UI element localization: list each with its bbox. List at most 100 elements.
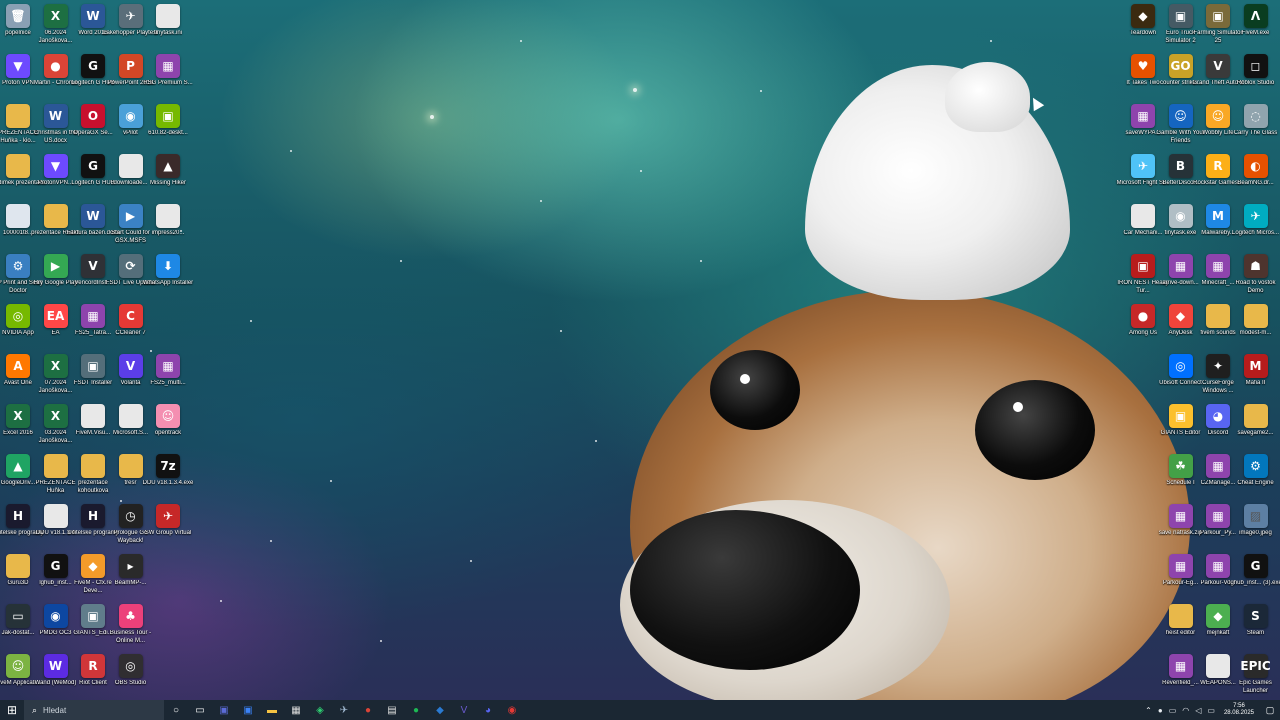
opera-icon: O [81,104,105,128]
fivem-icon: ◆ [81,554,105,578]
star [540,200,542,202]
fs25-icon: ▣ [1206,4,1230,28]
desktop-icon[interactable]: ▸ BeamMP-... [103,554,159,604]
desktop-icon[interactable]: ♣ Business Tour - Online M... [103,604,159,654]
image-icon [6,204,30,228]
microphone-icon[interactable]: ● [1158,706,1163,715]
fivem-icon: Λ [1243,4,1268,28]
discord-icon: ◕ [484,704,492,716]
windows-logo-icon: ⊞ [6,703,18,717]
vpn-icon: ▼ [43,154,68,178]
desktop-icon[interactable]: ⬇ WhatsApp Installer [140,254,196,304]
outlook-button[interactable]: ◆ [428,700,452,720]
game-icon: ◌ [1243,104,1268,128]
avast-icon: A [6,354,30,378]
desktop-icon[interactable]: Glghub_inst... (3).exe [1228,554,1280,604]
rar-icon: ▦ [1168,504,1193,528]
desktop-icon[interactable]: ▦ FS25_multi... [140,354,196,404]
widgets-button[interactable]: ▭ [188,700,212,720]
excel-icon: X [43,354,68,378]
desktop-icon-label: Mafia II [1245,380,1266,386]
task-view-button[interactable]: ○ [164,700,188,720]
desktop-icon[interactable]: ◻ Roblox Studio [1228,54,1280,104]
desktop-icon[interactable]: ✈ Logitech Micros... [1228,204,1280,254]
network-icon[interactable]: ▭ [1169,706,1177,715]
widgets-icon: ▭ [195,704,205,716]
task-view-icon: ○ [172,704,180,716]
file-icon [1131,204,1155,228]
desktop-icon[interactable]: EPIC Epic Games Launcher [1228,654,1280,700]
file-manager-button[interactable]: ▣ [212,700,236,720]
wemod-button[interactable]: ◈ [308,700,332,720]
desktop-icon[interactable]: C CCleaner 7 [103,304,159,354]
desktop-icon[interactable]: ☗ Road to vostok Demo [1228,254,1280,304]
star [270,540,272,542]
nvidia-installer-icon: ▣ [156,104,180,128]
steam-button[interactable]: ✈ [332,700,356,720]
chevron-up-icon[interactable]: ⌃ [1145,706,1152,715]
cheatengine-icon: ⚙ [1243,454,1268,478]
notification-icon: ▢ [1265,704,1275,715]
desktop-icon[interactable]: 7z DDU v18.1.3.4.exe [140,454,196,504]
desktop-icon[interactable]: ◐ BeamNG.dr... [1228,154,1280,204]
taskbar-pinned-apps: ○ ▭ ▣ ▣ ▬ ▦ ◈ ✈ ● ▤ ● ◆ V ◕ ◉ [164,700,524,720]
logitech-icon: G [1243,554,1268,578]
recycle-bin-icon: 🗑 [6,4,30,28]
desktop-icon[interactable]: savegame2... [1228,404,1280,454]
explorer-button[interactable]: ▬ [260,700,284,720]
dog-right-eye [975,380,1095,480]
desktop-icon[interactable]: impress20... [140,204,196,254]
volanta-button[interactable]: V [452,700,476,720]
store-button[interactable]: ▣ [236,700,260,720]
spotify-button[interactable]: ● [404,700,428,720]
folder-icon [118,454,143,478]
search-icon: ⌕ [32,704,38,715]
desktop-icon[interactable]: tinytask.ini [140,4,196,54]
app-icon: ✈ [156,504,180,528]
star [400,260,402,262]
desktop-icon[interactable]: S Steam [1228,604,1280,654]
star [380,640,382,642]
discord-button[interactable]: ◕ [476,700,500,720]
desktop-icon[interactable]: ▲ Missing Hiker [140,154,196,204]
battery-icon[interactable]: ▭ [1207,706,1215,715]
desktop-icon[interactable]: ☺ opentrack [140,404,196,454]
desktop-icon-label: Road to vostok Demo [1235,280,1276,294]
excel-icon: X [43,404,68,428]
desktop-icon[interactable]: modest-m... [1228,304,1280,354]
desktop-icon[interactable]: ▦ RSG Premium S... [140,54,196,104]
desktop-icon[interactable]: M Mafia II [1228,354,1280,404]
chrome-icon: ● [364,704,372,716]
clock[interactable]: 7:56 28.08.2025 [1224,703,1254,717]
teardown-icon: ◆ [1131,4,1155,28]
desktop-icon[interactable]: ◎ OBS Studio [103,654,159,700]
desktop-icon-label: Carry The Glass [1233,130,1278,136]
desktop-icon[interactable]: ▨ image0.jpeg [1228,504,1280,554]
notepad-button[interactable]: ▤ [380,700,404,720]
star [250,320,252,322]
recorder-icon: ◉ [507,704,517,716]
chrome-button[interactable]: ● [356,700,380,720]
discord-icon: ◕ [1206,404,1230,428]
start-button[interactable]: ⊞ [0,700,24,720]
notification-center-button[interactable]: ▢ [1260,705,1280,716]
desktop-icon-label: Business Tour - Online M... [109,630,152,644]
desktop-icon[interactable]: ✈ SW Group Virtual [140,504,196,554]
taskbar-search-box[interactable]: ⌕ Hledat [24,700,164,720]
calculator-button[interactable]: ▦ [284,700,308,720]
desktop-icon-label: BeamMP-... [114,580,147,586]
desktop[interactable]: 🗑 popelnice X 06.2024 Janoškova... W Word 201… [0,0,1280,700]
word-doc-icon: W [81,204,105,228]
game-icon: ☗ [1243,254,1268,278]
volume-icon[interactable]: ◁ [1195,706,1201,715]
logitech-icon: G [81,154,105,178]
desktop-icon[interactable]: ⚙ Cheat Engine [1228,454,1280,504]
desktop-icon[interactable]: ▣ 610.82-deskt... [140,104,196,154]
desktop-icon[interactable]: ◌ Carry The Glass [1228,104,1280,154]
wifi-icon[interactable]: ◠ [1182,706,1189,715]
wallpaper-garlic-tip [945,62,1030,132]
logitech-icon: G [81,54,105,78]
taskbar: ⊞ ⌕ Hledat ○ ▭ ▣ ▣ ▬ ▦ ◈ ✈ ● ▤ ● ◆ V ◕ ◉ ⌃ ● ▭ ◠ ◁ ▭ 7… [0,700,1280,720]
desktop-icon[interactable]: Λ FiveM.exe [1228,4,1280,54]
recorder-button[interactable]: ◉ [500,700,524,720]
